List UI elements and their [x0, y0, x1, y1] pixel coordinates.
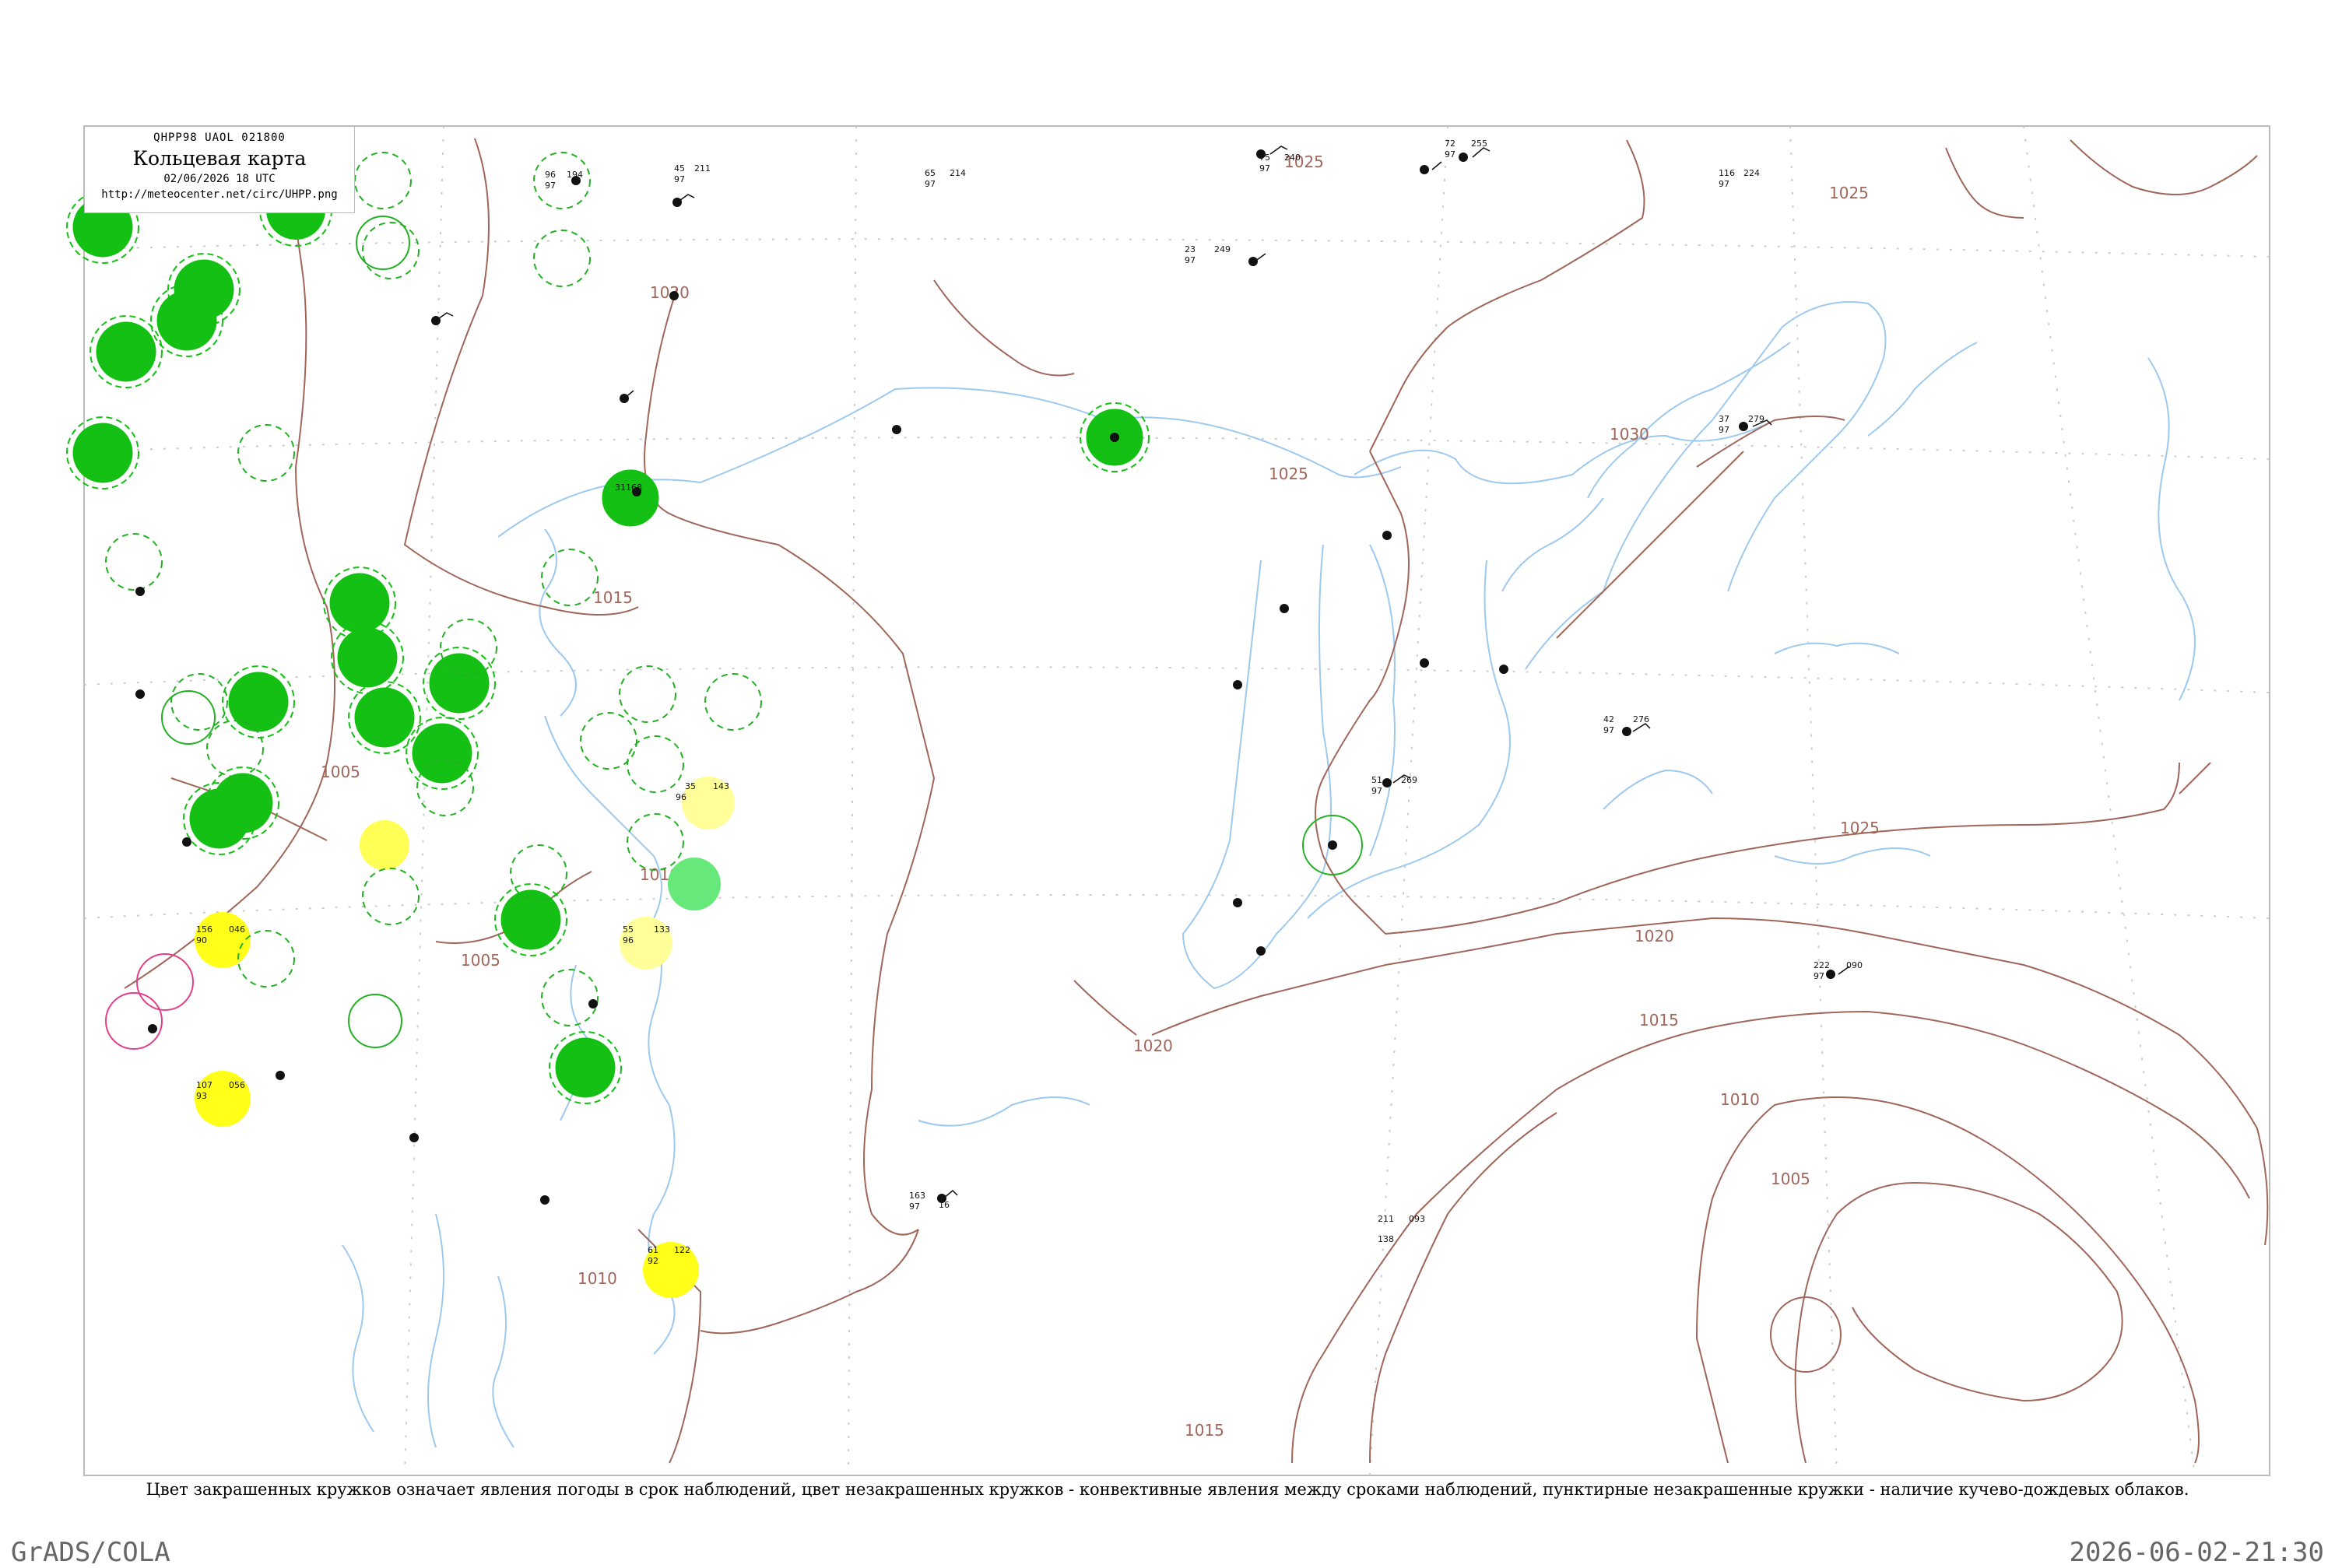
- red-open-circles: [105, 953, 194, 1050]
- svg-text:97: 97: [545, 181, 556, 191]
- footer-timestamp: 2026-06-02-21:30: [2069, 1537, 2324, 1568]
- station-temp: 156: [196, 924, 212, 935]
- map-legend-box: QHPP98 UAOL 021800 Кольцевая карта 02/06…: [84, 126, 355, 213]
- map-title: Кольцевая карта: [132, 147, 307, 170]
- footer-software-label: GrADS/COLA: [11, 1537, 170, 1568]
- station-temp: 42: [1603, 714, 1614, 724]
- station-temp: 35: [685, 781, 696, 791]
- station-pressure: 214: [950, 168, 966, 178]
- isobar-label: 1010: [1720, 1090, 1760, 1109]
- station-temp: 45: [674, 163, 685, 174]
- isobar-label: 1020: [1634, 927, 1674, 945]
- station-temp: 51: [1371, 775, 1382, 785]
- solid-open-circles: [161, 216, 1363, 1048]
- station-pressure: 143: [713, 781, 729, 791]
- isobar-label: 1025: [1269, 465, 1308, 483]
- graticule: [83, 125, 2270, 1476]
- svg-text:97: 97: [1814, 971, 1824, 981]
- station-pressure: 269: [1401, 775, 1417, 785]
- isobar-label: 1010: [578, 1269, 617, 1288]
- map-url: http://meteocenter.net/circ/UHPP.png: [101, 188, 338, 201]
- station-pressure: 122: [674, 1245, 690, 1255]
- station-pressure: 211: [694, 163, 711, 174]
- station-temp: 65: [925, 168, 936, 178]
- svg-text:97: 97: [1719, 179, 1729, 189]
- station-temp: 163: [909, 1191, 925, 1201]
- isobar-label: 1015: [1639, 1011, 1679, 1030]
- station-dewpoint: 92: [648, 1256, 658, 1266]
- svg-text:97: 97: [1445, 149, 1455, 160]
- station-dewpoint: 90: [196, 935, 207, 945]
- svg-text:97: 97: [1719, 425, 1729, 435]
- station-temp: 23: [1185, 244, 1196, 254]
- station-pressure: 255: [1471, 139, 1487, 149]
- station-pressure: 194: [567, 170, 583, 180]
- map-frame: [83, 125, 2270, 1476]
- svg-text:97: 97: [1603, 725, 1614, 735]
- light-green-circle: [668, 858, 721, 910]
- station-temp: 96: [545, 170, 556, 180]
- station-pressure: 224: [1743, 168, 1760, 178]
- isobar-labels: 1025 1020 1025 1030 1025 1015 1005 1005 …: [321, 153, 1880, 1440]
- svg-text:97: 97: [1371, 786, 1382, 796]
- station-dewpoint: 96: [676, 792, 686, 802]
- isobar-label: 1005: [321, 763, 360, 781]
- bulletin-code: QHPP98 UAOL 021800: [153, 132, 286, 144]
- station-temp: 107: [196, 1080, 212, 1090]
- station-pressure: 240: [1284, 153, 1301, 163]
- station-temp: 116: [1719, 168, 1735, 178]
- station-pressure: 276: [1633, 714, 1649, 724]
- station-pressure: 056: [229, 1080, 245, 1090]
- isobar-label: 1005: [461, 951, 500, 970]
- station-pressure: 249: [1214, 244, 1231, 254]
- station-temp: 72: [1445, 139, 1455, 149]
- filled-yellow-circles: [195, 820, 699, 1298]
- isobar-label: 1025: [1829, 184, 1869, 202]
- isobar-label: 1020: [1133, 1037, 1173, 1055]
- isobar-label: 1030: [1610, 425, 1649, 444]
- station-dewpoint: 138: [1378, 1234, 1394, 1244]
- station-pressure: 090: [1846, 960, 1863, 970]
- weather-map: 1025 1020 1025 1030 1025 1015 1005 1005 …: [66, 125, 2270, 1476]
- svg-text:97: 97: [674, 174, 685, 184]
- station-pressure: 16: [939, 1200, 950, 1210]
- svg-text:31168: 31168: [615, 482, 642, 493]
- map-date: 02/06/2026 18 UTC: [163, 173, 276, 185]
- svg-text:97: 97: [1185, 255, 1196, 265]
- isobar-label: 1015: [1185, 1421, 1224, 1440]
- station-pressure: 093: [1409, 1214, 1425, 1224]
- map-caption: Цвет закрашенных кружков означает явлени…: [146, 1480, 2189, 1499]
- station-temp: 75: [1259, 153, 1270, 163]
- isobar-label: 1015: [593, 588, 633, 607]
- station-markers: [135, 149, 1835, 1205]
- isobar-label: 1005: [1771, 1170, 1810, 1188]
- station-temp: 211: [1378, 1214, 1394, 1224]
- station-temp: 61: [648, 1245, 658, 1255]
- station-dewpoint: 96: [623, 935, 634, 945]
- isobar-label: 1025: [1840, 819, 1880, 837]
- station-temp: 37: [1719, 414, 1729, 424]
- isobars: [124, 138, 2269, 1464]
- svg-text:97: 97: [925, 179, 936, 189]
- svg-text:97: 97: [1259, 163, 1270, 174]
- svg-text:97: 97: [909, 1201, 920, 1212]
- station-temp: 55: [623, 924, 634, 935]
- isobar-label: 1020: [650, 283, 690, 302]
- station-pressure: 133: [654, 924, 670, 935]
- station-temp: 222: [1814, 960, 1830, 970]
- station-pressure: 046: [229, 924, 245, 935]
- station-dewpoint: 93: [196, 1091, 207, 1101]
